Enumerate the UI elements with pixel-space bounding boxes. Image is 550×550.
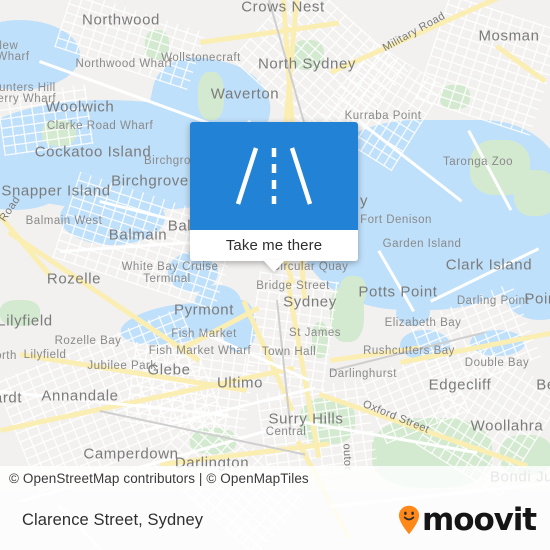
park-wollstonecraft [198,72,224,120]
road-burns-bay [0,212,52,277]
moovit-pin-icon [398,505,420,535]
bottom-info-bar: Clarence Street, Sydney moovit [0,490,550,550]
road-icon [235,147,313,205]
park-botanic [340,276,366,306]
moovit-logo[interactable]: moovit [398,501,537,538]
attribution-text: © OpenStreetMap contributors | © OpenMap… [9,470,309,486]
place-title: Clarence Street, Sydney [22,510,204,529]
take-me-there-button[interactable]: Take me there [190,230,358,261]
map-label: orth [0,350,17,362]
map-attribution-bar: © OpenStreetMap contributors | © OpenMap… [0,466,550,490]
popup-pointer [263,260,285,272]
moovit-wordmark: moovit [422,501,537,538]
take-me-there-label: Take me there [225,237,323,254]
street-grid-hunters [0,84,94,156]
park-annandale [0,300,40,326]
moovit-map-page: Crows Nest Military Road Mosman Northwood No… [0,0,550,550]
location-popup-card[interactable]: Take me there [190,122,358,272]
popup-image [190,122,358,230]
park-mosman-green [514,170,550,216]
